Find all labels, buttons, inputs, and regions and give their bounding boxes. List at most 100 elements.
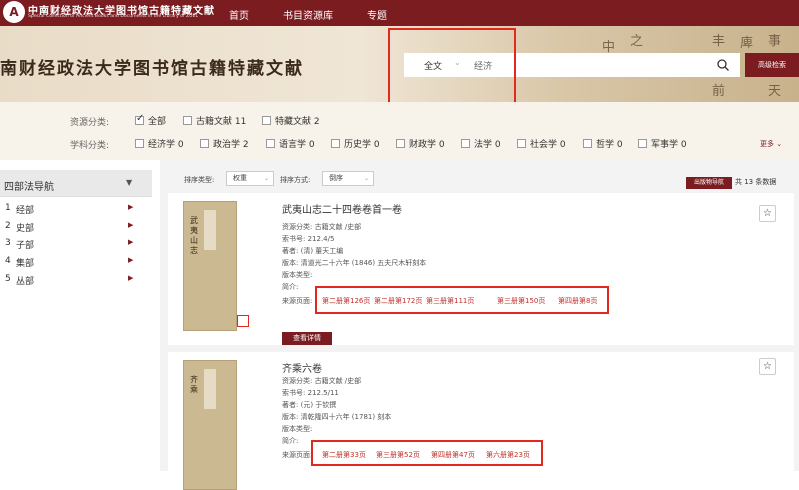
chevron-down-icon: ⌄ xyxy=(263,175,269,182)
resource-filter-label: 资源分类: xyxy=(70,118,110,128)
caret-down-icon[interactable]: ▼ xyxy=(126,178,132,187)
sort-type-select[interactable]: 权重 ⌄ xyxy=(226,171,274,186)
search-icon[interactable] xyxy=(716,58,730,72)
resource-option-special[interactable]: 特藏文献 2 xyxy=(262,114,320,127)
result-card: 齐乘 齐乘六卷 资源分类: 古籍文献 /史部 索书号: 212.5/11 著者:… xyxy=(168,352,794,490)
sidebar-item-jing[interactable]: 1 经部 ▶ xyxy=(0,200,152,217)
calligraphy-char: 之 xyxy=(630,34,644,49)
checkbox[interactable] xyxy=(461,139,470,148)
item-number: 5 xyxy=(5,274,11,284)
checkbox[interactable] xyxy=(331,139,340,148)
sidebar-item-shi[interactable]: 2 史部 ▶ xyxy=(0,218,152,235)
category-sidebar: 四部法导航 ▼ 1 经部 ▶ 2 史部 ▶ 3 子部 ▶ 4 集部 ▶ 5 丛部… xyxy=(0,170,152,471)
highlight-box xyxy=(388,28,516,108)
result-title[interactable]: 齐乘六卷 xyxy=(282,360,322,375)
sort-type-label: 排序类型: xyxy=(184,176,215,184)
result-count: 共 13 条数据 xyxy=(735,178,777,186)
source-pages-label: 来源页面: xyxy=(282,451,313,459)
cover-label xyxy=(204,369,216,409)
advanced-search-button[interactable]: 高级检索 xyxy=(745,53,799,77)
item-number: 4 xyxy=(5,256,11,266)
calligraphy-char: 前 xyxy=(712,84,726,99)
item-label: 史部 xyxy=(16,224,35,234)
item-number: 2 xyxy=(5,221,11,231)
top-nav-bar: A 中南财经政法大学图书馆古籍特藏文献 Special Collection o… xyxy=(0,0,799,26)
resource-type: 资源分类: 古籍文献 /史部 xyxy=(282,377,362,385)
cover-title: 武夷山志 xyxy=(190,216,198,255)
banner-title: 南财经政法大学图书馆古籍特藏文献 xyxy=(0,59,304,79)
edition-type: 版本类型: xyxy=(282,425,313,433)
checkbox[interactable] xyxy=(396,139,405,148)
item-number: 3 xyxy=(5,238,11,248)
calligraphy-char: 事 xyxy=(768,34,782,49)
book-cover-image[interactable]: 武夷山志 xyxy=(183,201,249,331)
results-panel: 排序类型: 权重 ⌄ 排序方式: 倒序 ⌄ 出版物导航 共 13 条数据 武夷山志 … xyxy=(160,160,799,490)
checkbox[interactable] xyxy=(266,139,275,148)
chevron-right-icon: ▶ xyxy=(128,221,134,229)
sidebar-item-cong[interactable]: 5 丛部 ▶ xyxy=(0,271,152,288)
subject-option[interactable]: 语言学 0 xyxy=(266,137,315,150)
intro: 简介: xyxy=(282,283,299,291)
checkbox[interactable] xyxy=(517,139,526,148)
edition: 版本: 清道光二十六年 (1846) 五夫尺木轩刻本 xyxy=(282,259,427,267)
edition: 版本: 清乾隆四十六年 (1781) 刻本 xyxy=(282,413,392,421)
subject-option[interactable]: 经济学 0 xyxy=(135,137,184,150)
cover-title: 齐乘 xyxy=(190,375,198,394)
favorite-star-icon[interactable]: ☆ xyxy=(759,358,776,375)
favorite-star-icon[interactable]: ☆ xyxy=(759,205,776,222)
chevron-right-icon: ▶ xyxy=(128,274,134,282)
sidebar-title: 四部法导航 xyxy=(4,182,54,193)
nav-catalog[interactable]: 书目资源库 xyxy=(283,7,333,22)
checkbox[interactable] xyxy=(200,139,209,148)
resource-type: 资源分类: 古籍文献 /史部 xyxy=(282,223,362,231)
highlight-box xyxy=(311,440,543,466)
cover-label xyxy=(204,210,216,250)
more-subjects-link[interactable]: 更多 ⌄ xyxy=(760,139,782,149)
edition-type: 版本类型: xyxy=(282,271,313,279)
sidebar-header[interactable]: 四部法导航 ▼ xyxy=(0,170,152,197)
subject-option[interactable]: 政治学 2 xyxy=(200,137,249,150)
filter-panel: 资源分类: 全部 古籍文献 11 特藏文献 2 学科分类: 经济学 0 政治学 … xyxy=(0,102,799,160)
subject-option[interactable]: 财政学 0 xyxy=(396,137,445,150)
result-title[interactable]: 武夷山志二十四卷卷首一卷 xyxy=(282,201,402,216)
item-label: 子部 xyxy=(16,241,35,251)
subject-option[interactable]: 军事学 0 xyxy=(638,137,687,150)
nav-topics[interactable]: 专题 xyxy=(367,7,387,22)
subject-option[interactable]: 历史学 0 xyxy=(331,137,380,150)
chevron-right-icon: ▶ xyxy=(128,238,134,246)
publisher-nav-button[interactable]: 出版物导航 xyxy=(686,177,732,189)
chevron-right-icon: ▶ xyxy=(128,203,134,211)
author: 著者: (元) 于钦撰 xyxy=(282,401,337,409)
library-logo-icon[interactable]: A xyxy=(3,1,25,23)
checkbox[interactable] xyxy=(135,139,144,148)
sidebar-item-zi[interactable]: 3 子部 ▶ xyxy=(0,235,152,252)
calligraphy-char: 天 xyxy=(768,84,782,99)
sort-order-select[interactable]: 倒序 ⌄ xyxy=(322,171,374,186)
resource-option-ancient[interactable]: 古籍文献 11 xyxy=(183,114,246,127)
subject-option[interactable]: 哲学 0 xyxy=(583,137,623,150)
subject-option[interactable]: 法学 0 xyxy=(461,137,501,150)
nav-home[interactable]: 首页 xyxy=(229,7,249,22)
checkbox[interactable] xyxy=(183,116,192,125)
author: 著者: (清) 董天工编 xyxy=(282,247,344,255)
checkbox[interactable] xyxy=(135,113,144,125)
call-number: 索书号: 212.5/11 xyxy=(282,389,339,397)
item-label: 经部 xyxy=(16,206,35,216)
view-details-button[interactable]: 查看详情 xyxy=(282,332,332,345)
result-card: 武夷山志 武夷山志二十四卷卷首一卷 资源分类: 古籍文献 /史部 索书号: 21… xyxy=(168,193,794,345)
resource-option-all[interactable]: 全部 xyxy=(135,113,166,127)
calligraphy-char: 庳 xyxy=(740,36,754,51)
chevron-down-icon: ⌄ xyxy=(363,175,369,182)
site-subtitle: Special Collection of Ancient Books and … xyxy=(28,14,199,19)
checkbox[interactable] xyxy=(638,139,647,148)
subject-option[interactable]: 社会学 0 xyxy=(517,137,566,150)
sort-order-label: 排序方式: xyxy=(280,176,311,184)
checkbox[interactable] xyxy=(262,116,271,125)
calligraphy-char: 丰 xyxy=(712,34,726,49)
item-label: 丛部 xyxy=(16,277,35,287)
sort-bar: 排序类型: 权重 ⌄ 排序方式: 倒序 ⌄ 出版物导航 共 13 条数据 xyxy=(160,160,799,190)
sidebar-item-ji[interactable]: 4 集部 ▶ xyxy=(0,253,152,270)
item-number: 1 xyxy=(5,203,11,213)
call-number: 索书号: 212.4/5 xyxy=(282,235,335,243)
checkbox[interactable] xyxy=(583,139,592,148)
